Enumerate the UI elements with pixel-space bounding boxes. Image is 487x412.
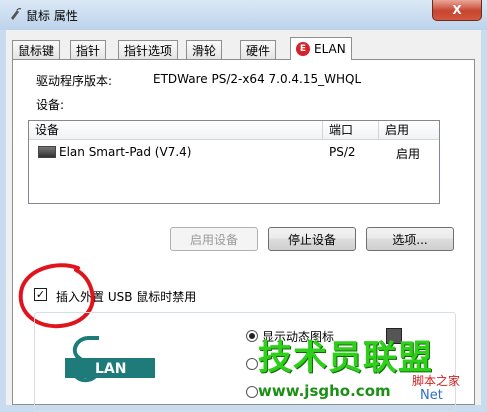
driver-version-label: 驱动程序版本: xyxy=(36,74,113,88)
device-enabled: 启用 xyxy=(396,147,421,161)
close-button[interactable]: X xyxy=(432,0,482,21)
elan-logo-icon: E xyxy=(296,42,310,56)
tab-pointers[interactable]: 指针 xyxy=(70,40,107,59)
watermark-net: Net xyxy=(420,388,443,403)
stop-device-button[interactable]: 停止设备 xyxy=(268,227,356,251)
mouse-icon xyxy=(11,8,22,20)
window-title: 鼠标 属性 xyxy=(26,9,78,23)
options-button[interactable]: 选项... xyxy=(366,227,454,251)
radio-show-dynamic-icon[interactable] xyxy=(246,330,258,342)
device-port: PS/2 xyxy=(329,145,356,159)
tab-pointer-options[interactable]: 指针选项 xyxy=(118,40,179,59)
tab-hardware[interactable]: 硬件 xyxy=(240,40,277,59)
title-bar: 鼠标 属性 X xyxy=(0,0,487,30)
driver-version-value: ETDWare PS/2-x64 7.0.4.15_WHQL xyxy=(153,72,362,86)
tab-elan[interactable]: E ELAN xyxy=(290,37,352,60)
touchpad-icon xyxy=(38,146,56,158)
tab-buttons[interactable]: 鼠标键 xyxy=(12,40,61,59)
watermark-site-name: 技术员联盟 xyxy=(258,338,433,378)
enable-device-button[interactable]: 启用设备 xyxy=(170,227,258,251)
watermark-url: www.jsgho.com xyxy=(258,382,391,400)
devices-label: 设备: xyxy=(36,98,65,112)
watermark-secondary: 脚本之家 xyxy=(412,374,461,388)
radio-option-3[interactable] xyxy=(246,386,258,398)
device-list[interactable]: 设备 端口 启用 Elan Smart-Pad (V7.4) PS/2 启用 xyxy=(28,120,440,204)
device-list-header: 设备 端口 启用 xyxy=(29,121,439,140)
column-device[interactable]: 设备 xyxy=(29,121,323,139)
tab-wheel[interactable]: 滑轮 xyxy=(186,40,223,59)
elan-brand-logo: LAN xyxy=(65,336,155,383)
tab-elan-label: ELAN xyxy=(314,42,346,56)
column-enabled[interactable]: 启用 xyxy=(379,121,439,139)
device-name: Elan Smart-Pad (V7.4) xyxy=(59,145,192,159)
radio-option-2[interactable] xyxy=(246,358,258,370)
svg-text:LAN: LAN xyxy=(95,361,126,377)
table-row[interactable]: Elan Smart-Pad (V7.4) PS/2 启用 xyxy=(29,141,439,163)
column-port[interactable]: 端口 xyxy=(323,121,379,139)
